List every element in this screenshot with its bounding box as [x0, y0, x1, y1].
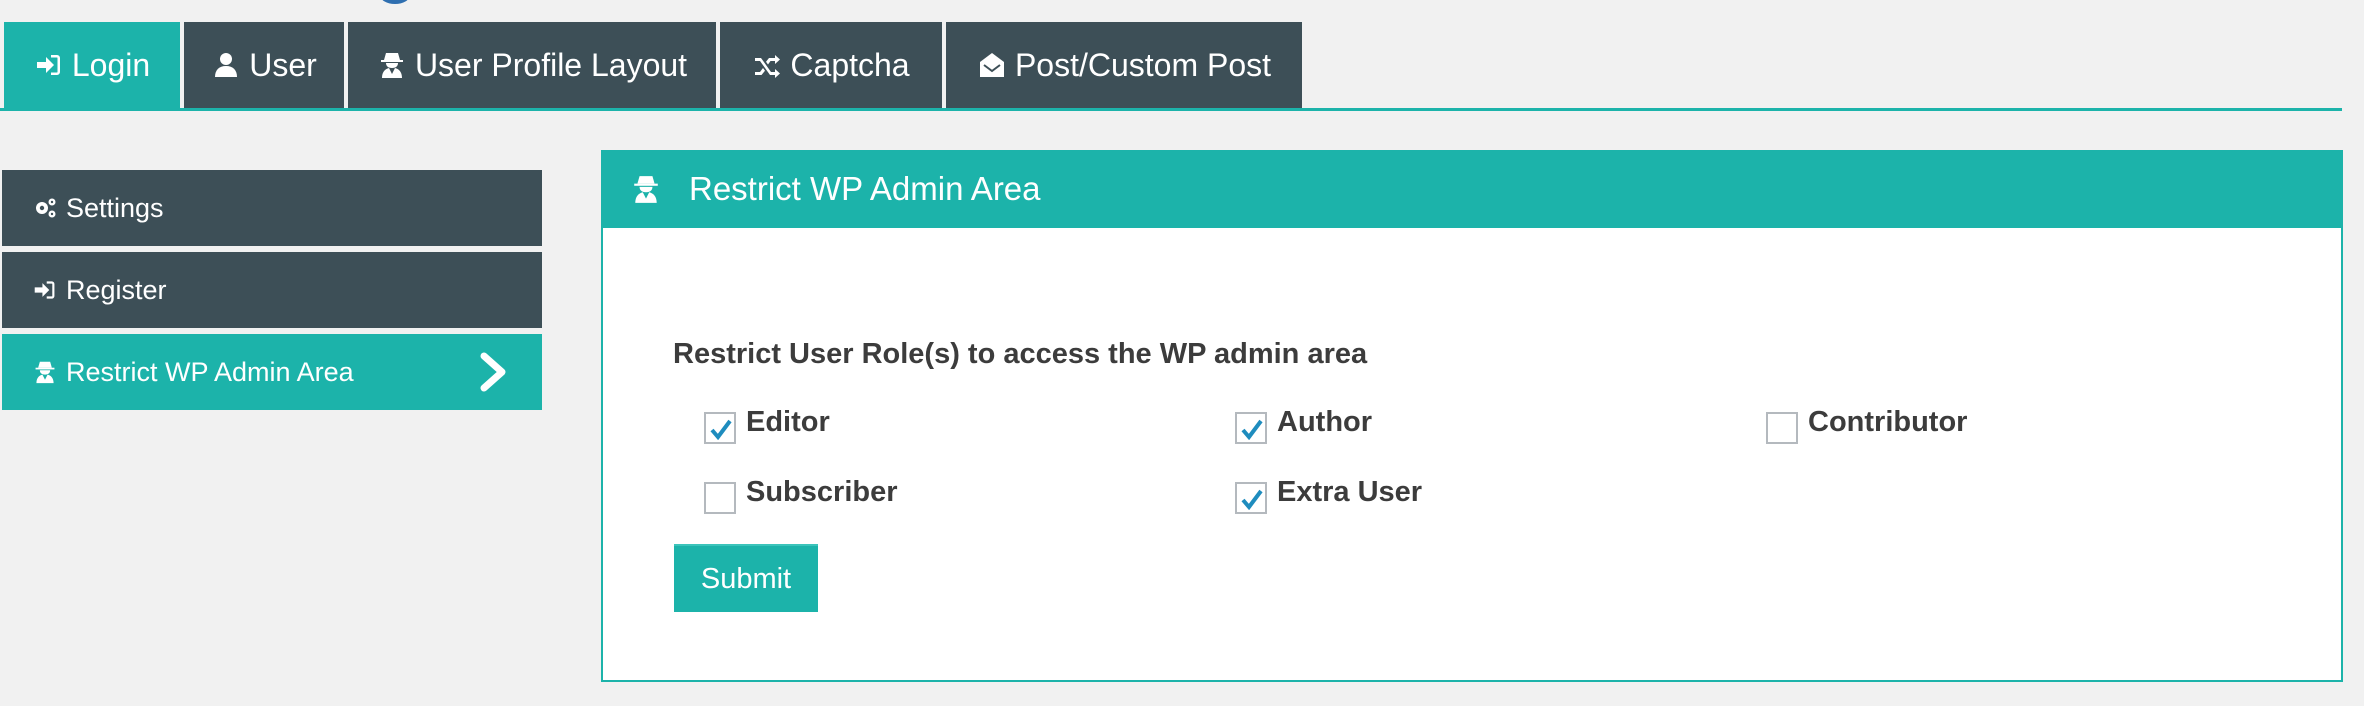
random-icon: [752, 50, 782, 80]
sidebar-item-label: Restrict WP Admin Area: [66, 356, 354, 387]
user-secret-icon: [631, 174, 661, 204]
panel-title: Restrict WP Admin Area: [689, 170, 1041, 207]
checkbox-label: Subscriber: [746, 476, 898, 508]
checkbox[interactable]: [1235, 481, 1267, 514]
tab-label: Post/Custom Post: [1014, 46, 1272, 83]
checkbox[interactable]: [1235, 411, 1267, 444]
envelope-open-icon: [977, 50, 1007, 80]
role-checkbox-editor[interactable]: Editor: [704, 406, 830, 444]
tab-login[interactable]: Login: [4, 22, 180, 108]
sidebar-item-label: Register: [66, 274, 167, 305]
sidebar-item-settings[interactable]: Settings: [2, 170, 542, 246]
tab-captcha[interactable]: Captcha: [720, 22, 942, 108]
checkbox[interactable]: [1766, 411, 1798, 444]
checkbox-label: Contributor: [1808, 406, 1968, 438]
checkmark-icon: [1241, 419, 1263, 440]
main-tabs: Login User User Profile Layout Captcha P…: [0, 22, 2342, 111]
tab-post-custom-post[interactable]: Post/Custom Post: [946, 22, 1302, 108]
user-secret-icon: [377, 50, 407, 80]
checkbox-label: Extra User: [1277, 476, 1423, 508]
restrict-admin-panel: Restrict WP Admin Area Restrict User Rol…: [601, 150, 2343, 682]
sign-in-icon: [32, 277, 58, 303]
page-title-fragment: [380, 0, 410, 4]
tab-label: User: [249, 46, 317, 83]
tab-user-profile-layout[interactable]: User Profile Layout: [348, 22, 716, 108]
submit-button[interactable]: Submit: [674, 544, 818, 612]
role-checkbox-author[interactable]: Author: [1235, 406, 1373, 444]
tab-label: Captcha: [790, 46, 910, 83]
checkmark-icon: [710, 419, 732, 440]
role-checkbox-contributor[interactable]: Contributor: [1766, 406, 1968, 444]
role-checkbox-extra-user[interactable]: Extra User: [1235, 476, 1423, 514]
chevron-right-icon: [480, 352, 506, 392]
tab-label: Login: [71, 46, 151, 83]
user-secret-icon: [32, 359, 58, 385]
sidebar-item-restrict-wp-admin-area[interactable]: Restrict WP Admin Area: [2, 334, 542, 410]
panel-header: Restrict WP Admin Area: [601, 150, 2343, 228]
checkbox-label: Editor: [746, 406, 830, 438]
gears-icon: [32, 195, 58, 221]
role-checkbox-subscriber[interactable]: Subscriber: [704, 476, 898, 514]
checkmark-icon: [1241, 489, 1263, 510]
checkbox[interactable]: [704, 481, 736, 514]
tab-user[interactable]: User: [184, 22, 344, 108]
sidebar-item-label: Settings: [66, 192, 164, 223]
tab-label: User Profile Layout: [414, 46, 688, 83]
sign-in-icon: [34, 50, 64, 80]
sidebar-item-register[interactable]: Register: [2, 252, 542, 328]
roles-field-label: Restrict User Role(s) to access the WP a…: [673, 338, 1368, 370]
checkbox-label: Author: [1277, 406, 1373, 438]
user-icon: [211, 50, 241, 80]
checkbox[interactable]: [704, 411, 736, 444]
